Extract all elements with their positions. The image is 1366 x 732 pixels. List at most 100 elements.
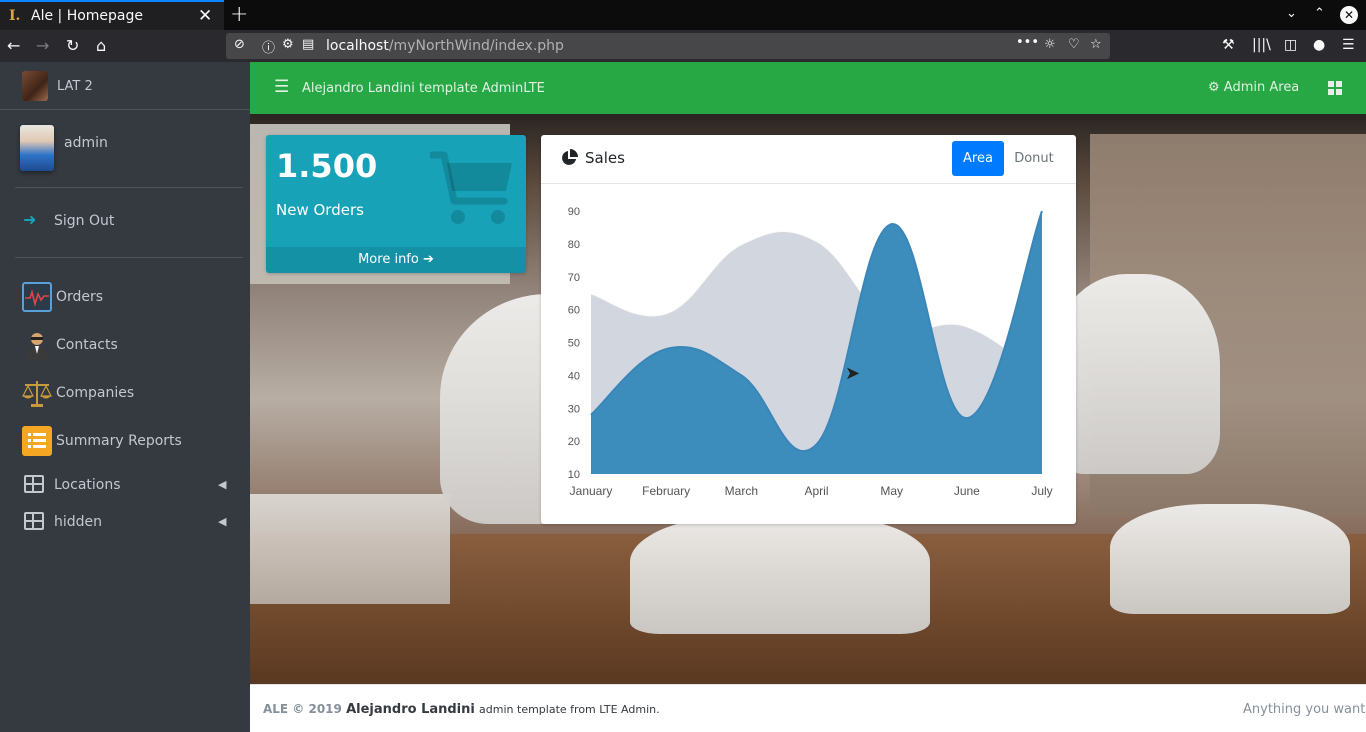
sign-out-link[interactable]: Sign Out	[54, 213, 114, 229]
y-tick-label: 30	[568, 403, 580, 415]
sidebar-item-label: Locations	[54, 477, 121, 493]
user-avatar[interactable]	[20, 125, 54, 171]
arrow-circle-right-icon: ➔	[422, 252, 434, 267]
brand-link[interactable]: LAT 2	[0, 62, 250, 110]
sidebar-item-label: Summary Reports	[56, 433, 182, 449]
more-info-link[interactable]: More info ➔	[266, 247, 526, 273]
y-tick-label: 50	[568, 338, 580, 350]
y-tick-label: 80	[568, 239, 580, 251]
main-footer: ALE © 2019 Alejandro Landini admin templ…	[250, 684, 1366, 732]
pie-chart-icon	[562, 149, 578, 165]
contacts-person-icon	[27, 333, 47, 360]
orders-pulse-icon	[25, 289, 49, 308]
x-tick-label: February	[642, 484, 690, 498]
sales-card: Sales Area Donut 90 80 70 60 50 40 30 20 10 Janua…	[541, 135, 1076, 524]
y-tick-label: 90	[568, 206, 580, 218]
y-tick-label: 40	[568, 370, 580, 382]
sales-area-chart: 90 80 70 60 50 40 30 20 10 January February March Ap…	[568, 206, 1053, 498]
sidebar-item-orders[interactable]: Orders	[20, 279, 240, 315]
hamburger-menu-icon[interactable]: ☰	[274, 77, 289, 97]
sidebar-item-contacts[interactable]: Contacts	[20, 327, 240, 363]
sidebar-item-label: Orders	[56, 289, 104, 305]
sign-out-icon[interactable]: ➜	[23, 210, 36, 229]
new-orders-box: 1.500 New Orders More info ➔	[266, 135, 526, 273]
y-tick-label: 10	[568, 469, 580, 481]
footer-right-text: Anything you want	[1243, 702, 1366, 717]
page-actions-icon[interactable]: •••	[1016, 35, 1039, 50]
navbar-title[interactable]: Alejandro Landini template AdminLTE	[302, 81, 545, 96]
library-icon[interactable]: |||\	[1252, 37, 1271, 53]
reload-icon[interactable]: ↻	[66, 36, 79, 55]
pocket-icon[interactable]: ♡	[1068, 37, 1080, 52]
chevron-left-icon: ◀	[218, 478, 227, 491]
wrench-icon[interactable]: ⚒	[1222, 37, 1235, 53]
sidebar-item-label: Companies	[56, 385, 135, 401]
window-minimize-icon[interactable]: ⌃	[1314, 6, 1325, 21]
tab-title: Ale | Homepage	[31, 8, 144, 24]
chevron-left-icon: ◀	[218, 515, 227, 528]
shopping-cart-icon	[430, 151, 512, 224]
donut-tab-button[interactable]: Donut	[1008, 141, 1060, 176]
sidebar-item-hidden[interactable]: hidden ◀	[20, 504, 240, 540]
home-icon[interactable]: ⌂	[96, 36, 106, 55]
x-tick-label: March	[725, 484, 758, 498]
divider	[15, 257, 243, 258]
sidebar-toggle-icon[interactable]: ◫	[1284, 37, 1297, 53]
permissions-icon[interactable]: ⚙	[282, 37, 294, 52]
x-tick-label: April	[804, 484, 828, 498]
scales-icon	[22, 381, 52, 407]
site-info-icon[interactable]: ⓘ	[262, 37, 275, 56]
browser-tabbar: I. Ale | Homepage ✕ + ⌄ ⌃ ✕	[0, 0, 1366, 30]
tab-close-icon[interactable]: ✕	[198, 6, 212, 26]
sidebar-item-companies[interactable]: Companies	[20, 375, 240, 411]
new-tab-button[interactable]: +	[230, 2, 248, 27]
url-bar[interactable]: ⊘ ⓘ ⚙ ▤ localhost/myNorthWind/index.php …	[226, 33, 1110, 59]
gears-icon: ⚙	[1208, 80, 1220, 95]
url-host: localhost	[326, 38, 389, 54]
url-text[interactable]: localhost/myNorthWind/index.php	[326, 38, 564, 54]
forward-icon[interactable]: →	[36, 36, 49, 55]
sidebar: LAT 2 admin ➜ Sign Out Orders Contacts C…	[0, 62, 250, 732]
area-tab-button[interactable]: Area	[952, 141, 1004, 176]
sidebar-item-label: Contacts	[56, 337, 118, 353]
browser-tab[interactable]: I. Ale | Homepage ✕	[0, 0, 224, 30]
user-name[interactable]: admin	[64, 135, 108, 151]
orders-icon	[22, 282, 52, 312]
x-tick-label: June	[954, 484, 980, 498]
browser-navbar: ← → ↻ ⌂ ⊘ ⓘ ⚙ ▤ localhost/myNorthWind/in…	[0, 30, 1366, 62]
sidebar-item-locations[interactable]: Locations ◀	[20, 467, 240, 503]
account-icon[interactable]: ●	[1313, 37, 1325, 53]
footer-author-link[interactable]: Alejandro Landini	[346, 702, 475, 717]
footer-prefix: ALE © 2019	[263, 702, 342, 716]
y-tick-label: 70	[568, 272, 580, 284]
more-info-label: More info	[358, 252, 419, 267]
background-chair	[1110, 504, 1350, 614]
divider	[15, 187, 243, 188]
y-tick-label: 60	[568, 305, 580, 317]
x-tick-label: January	[570, 484, 613, 498]
url-path: /myNorthWind/index.php	[388, 38, 564, 54]
window-close-icon[interactable]: ✕	[1340, 6, 1358, 24]
browser-menu-icon[interactable]: ☰	[1342, 37, 1355, 53]
new-orders-count: 1.500	[276, 147, 378, 185]
companies-icon	[22, 378, 52, 408]
x-tick-label: July	[1031, 484, 1052, 498]
table-icon	[24, 512, 44, 530]
back-icon[interactable]: ←	[7, 36, 20, 55]
background-radiator	[250, 494, 450, 604]
sidebar-item-summary-reports[interactable]: Summary Reports	[20, 423, 240, 459]
tab-list-icon[interactable]: ⌄	[1286, 6, 1297, 21]
lightbulb-icon[interactable]: ☼	[1044, 37, 1056, 52]
x-tick-label: May	[880, 484, 903, 498]
background-chair	[630, 514, 930, 634]
list-icon	[28, 433, 46, 448]
summary-reports-icon	[22, 426, 52, 456]
admin-area-link[interactable]: ⚙ Admin Area	[1208, 80, 1299, 95]
brand-text: LAT 2	[57, 79, 93, 94]
bookmark-star-icon[interactable]: ☆	[1090, 37, 1102, 52]
control-sidebar-icon[interactable]	[1328, 81, 1342, 95]
tracking-protection-icon[interactable]: ⊘	[234, 37, 245, 52]
reader-icon[interactable]: ▤	[302, 37, 314, 52]
card-title: Sales	[585, 149, 625, 167]
footer-copyright: ALE © 2019 Alejandro Landini admin templ…	[263, 702, 660, 717]
